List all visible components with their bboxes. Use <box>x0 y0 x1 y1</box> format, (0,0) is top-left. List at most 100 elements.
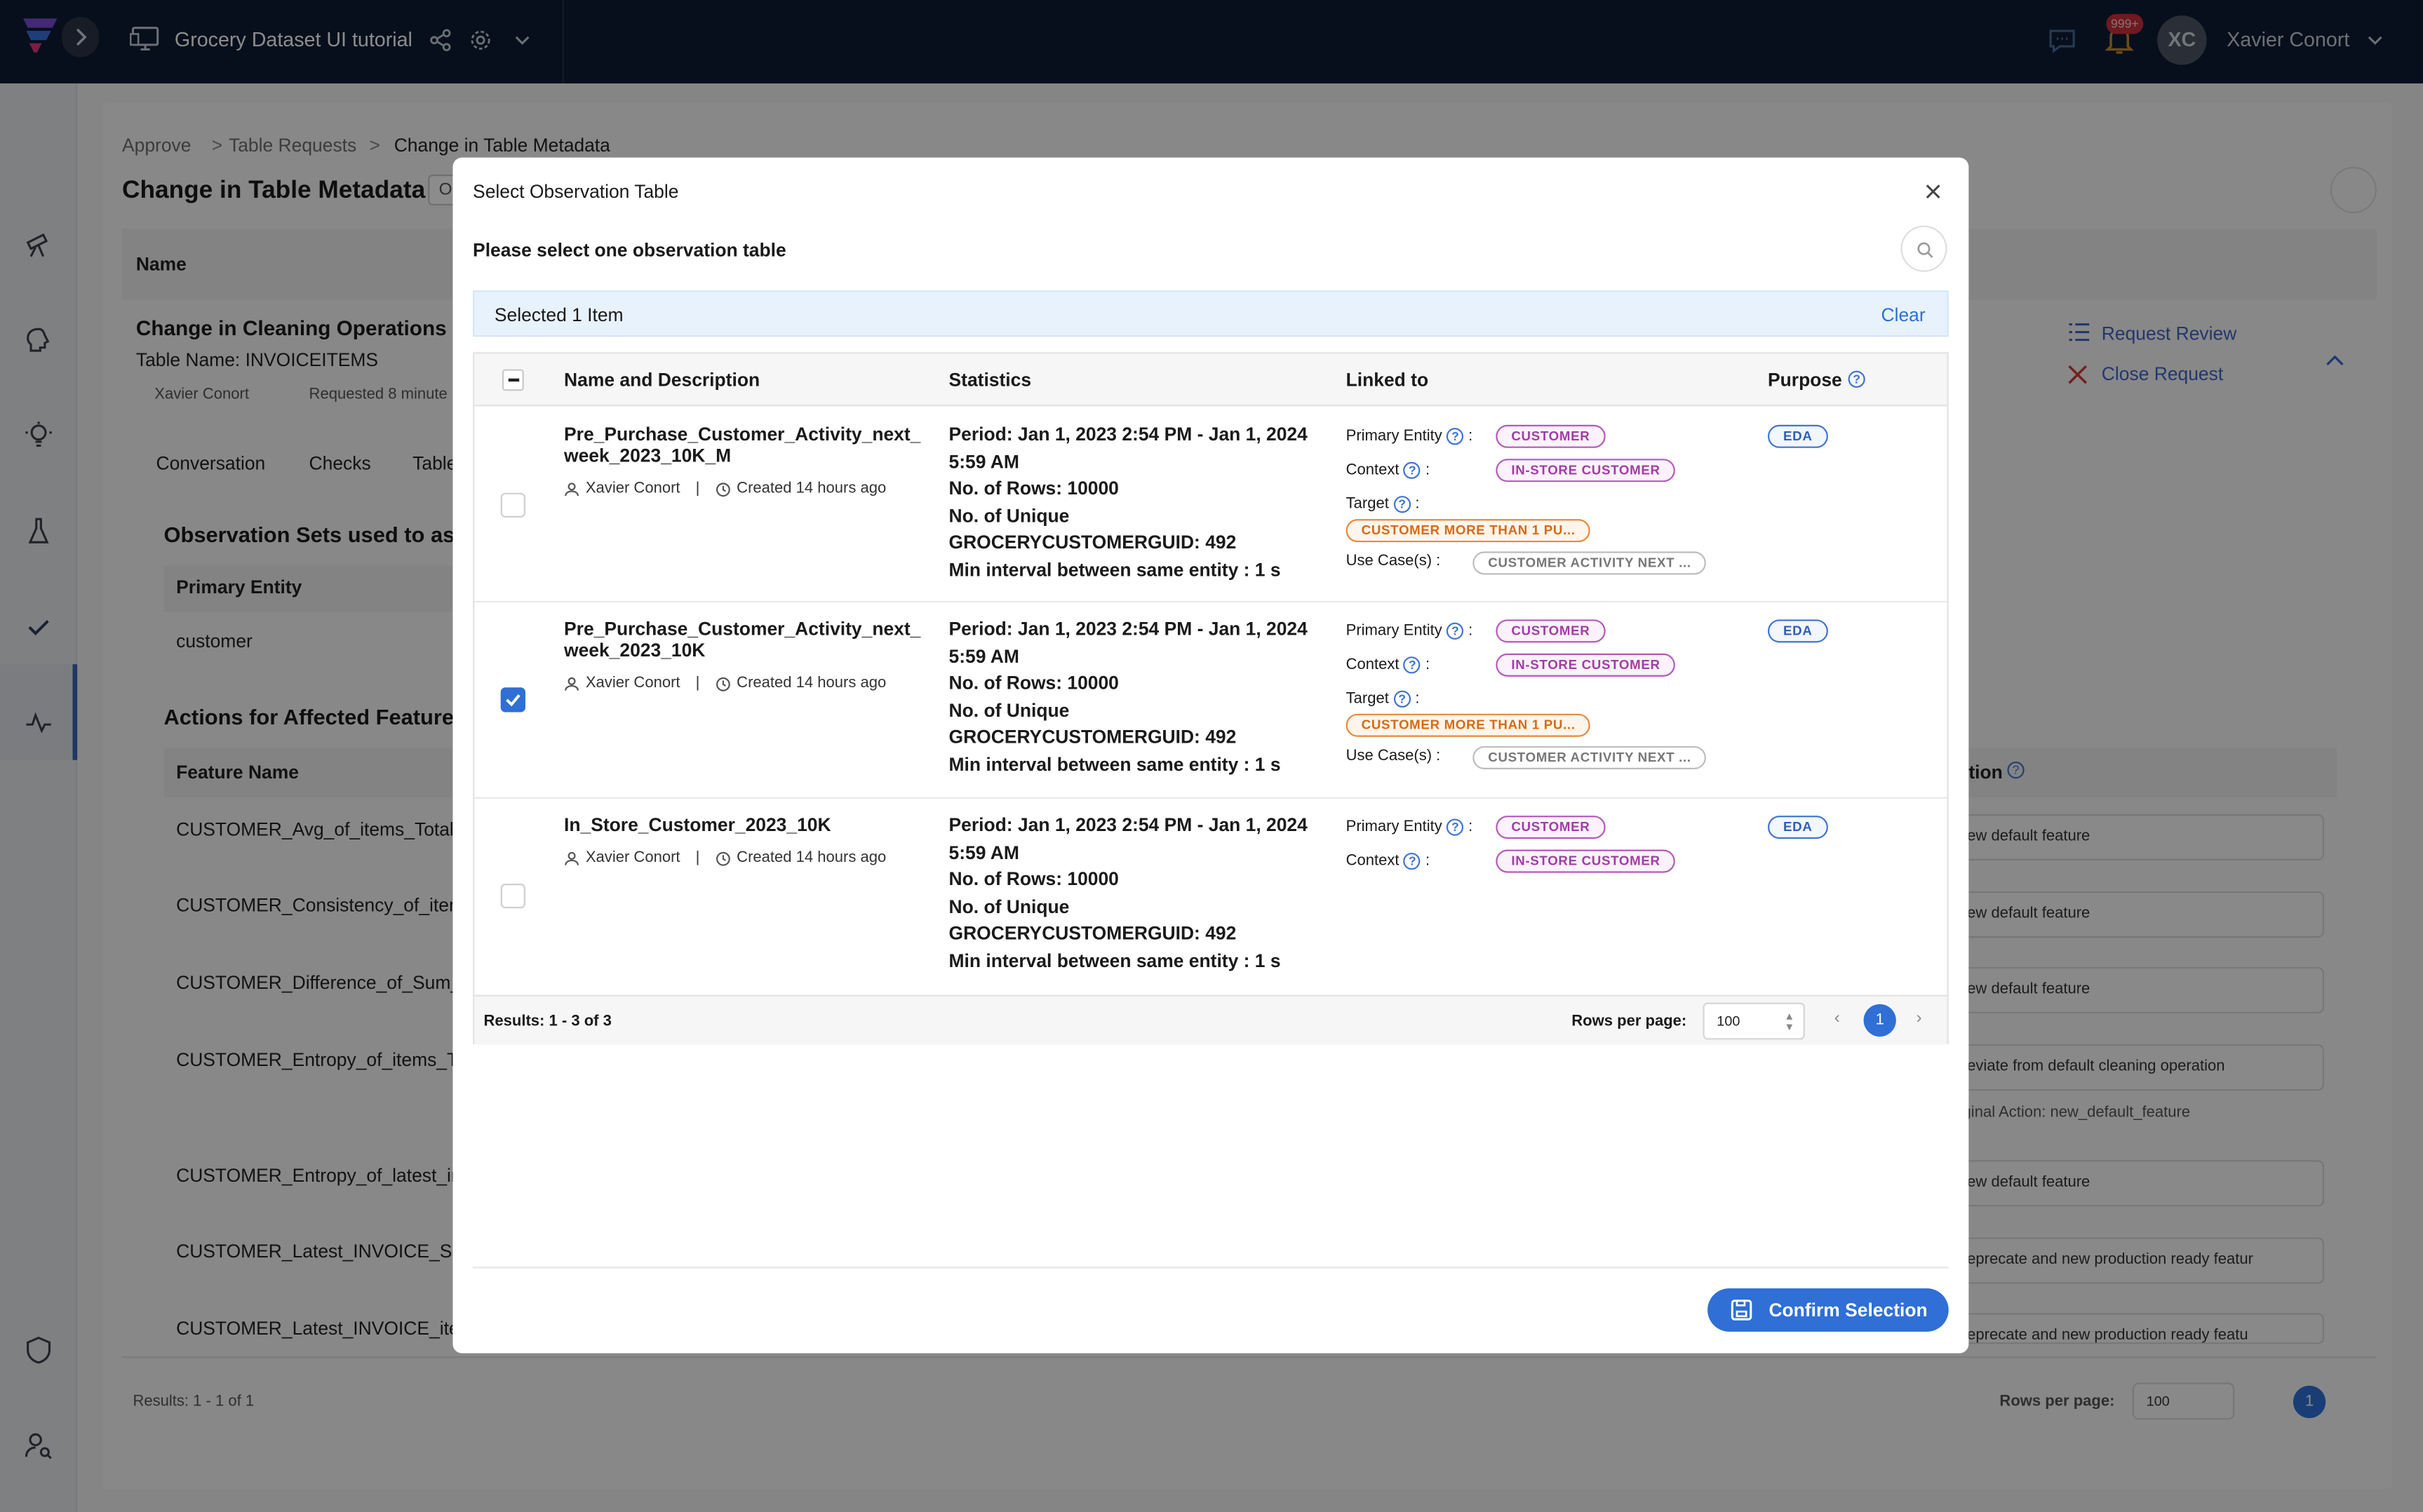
label-text: Primary Entity <box>1345 428 1442 445</box>
use-case-tag[interactable]: CUSTOMER ACTIVITY NEXT ... <box>1472 551 1707 575</box>
help-icon[interactable]: ? <box>1447 622 1464 640</box>
close-icon[interactable] <box>1924 182 1942 201</box>
check-icon <box>506 694 521 707</box>
row-created: Created 14 hours ago <box>737 849 887 867</box>
confirm-selection-label: Confirm Selection <box>1768 1299 1928 1321</box>
results-count: Results: 1 - 3 of 3 <box>483 1013 612 1031</box>
selected-count: Selected 1 Item <box>494 304 624 326</box>
context-tag[interactable]: IN-STORE CUSTOMER <box>1496 653 1676 677</box>
colon: : <box>1468 818 1473 836</box>
table-row[interactable]: In_Store_Customer_2023_10K Xavier Conort… <box>474 799 1947 995</box>
primary-entity-label: Primary Entity?: <box>1345 428 1473 445</box>
table-name: In_Store_Customer_2023_10K <box>564 814 831 836</box>
colon: : <box>1415 690 1420 708</box>
clock-icon <box>716 851 730 865</box>
help-icon[interactable]: ? <box>1393 690 1411 708</box>
label-text: Target <box>1345 496 1389 513</box>
colon: : <box>1425 461 1430 479</box>
confirm-selection-button[interactable]: Confirm Selection <box>1707 1288 1949 1332</box>
primary-entity-label: Primary Entity?: <box>1345 818 1473 836</box>
row-checkbox[interactable] <box>500 884 525 909</box>
colon: : <box>1425 656 1430 674</box>
purpose-tag: EDA <box>1768 619 1828 643</box>
help-icon[interactable]: ? <box>1447 428 1464 445</box>
row-created: Created 14 hours ago <box>737 675 887 692</box>
modal-footer-divider <box>473 1267 1949 1269</box>
purpose-help-icon[interactable]: ? <box>1848 370 1865 388</box>
stat-unique: No. of Unique GROCERYCUSTOMERGUID: 492 <box>948 896 1237 945</box>
modal-search-button[interactable] <box>1900 225 1947 272</box>
next-page-icon[interactable]: › <box>1916 1008 1921 1027</box>
label-text: Primary Entity <box>1345 818 1442 836</box>
row-meta: Xavier Conort | Created 14 hours ago <box>564 480 886 497</box>
use-case-label: Use Case(s) : <box>1345 553 1441 570</box>
row-checkbox[interactable] <box>500 492 525 518</box>
label-text: Primary Entity <box>1345 622 1442 640</box>
context-label: Context?: <box>1345 656 1430 674</box>
table-name: Pre_Purchase_Customer_Activity_next_week… <box>564 618 921 661</box>
select-all-checkbox[interactable] <box>502 369 524 391</box>
target-tag[interactable]: CUSTOMER MORE THAN 1 PU... <box>1345 519 1591 543</box>
row-statistics: Period: Jan 1, 2023 2:54 PM - Jan 1, 202… <box>949 421 1320 585</box>
label-text: Target <box>1345 690 1389 708</box>
help-icon[interactable]: ? <box>1404 656 1421 674</box>
target-label: Target?: <box>1345 496 1419 513</box>
column-header-name: Name and Description <box>564 369 760 391</box>
label-text: Context <box>1345 656 1400 674</box>
row-author: Xavier Conort <box>585 849 680 867</box>
clear-button[interactable]: Clear <box>1881 304 1925 326</box>
table-name: Pre_Purchase_Customer_Activity_next_week… <box>564 423 921 467</box>
help-icon[interactable]: ? <box>1393 496 1411 513</box>
entity-tag[interactable]: CUSTOMER <box>1496 816 1606 839</box>
label-text: Context <box>1345 852 1400 870</box>
row-checkbox[interactable] <box>500 687 525 713</box>
use-case-label: Use Case(s) : <box>1345 748 1441 765</box>
target-label: Target?: <box>1345 690 1420 708</box>
colon: : <box>1468 428 1473 445</box>
entity-tag[interactable]: CUSTOMER <box>1496 424 1606 448</box>
context-tag[interactable]: IN-STORE CUSTOMER <box>1496 459 1676 482</box>
user-icon <box>565 676 579 690</box>
help-icon[interactable]: ? <box>1447 818 1464 836</box>
stat-rows: No. of Rows: 10000 <box>948 868 1119 891</box>
select-observation-table-modal: Select Observation Table Please select o… <box>452 157 1969 1354</box>
row-statistics: Period: Jan 1, 2023 2:54 PM - Jan 1, 202… <box>949 813 1320 976</box>
table-row[interactable]: Pre_Purchase_Customer_Activity_next_week… <box>474 408 1947 603</box>
row-statistics: Period: Jan 1, 2023 2:54 PM - Jan 1, 202… <box>949 616 1320 780</box>
row-meta: Xavier Conort | Created 14 hours ago <box>564 675 886 692</box>
modal-title: Select Observation Table <box>473 180 679 203</box>
help-icon[interactable]: ? <box>1404 852 1421 870</box>
updown-icon: ▴ ▾ <box>1786 1008 1793 1034</box>
context-tag[interactable]: IN-STORE CUSTOMER <box>1496 849 1676 873</box>
primary-entity-label: Primary Entity?: <box>1345 622 1472 640</box>
rows-per-page-label: Rows per page: <box>1571 1013 1687 1031</box>
selection-bar: Selected 1 Item Clear <box>473 290 1949 337</box>
use-case-tag[interactable]: CUSTOMER ACTIVITY NEXT ... <box>1472 745 1707 769</box>
stat-period: Period: Jan 1, 2023 2:54 PM - Jan 1, 202… <box>948 618 1308 667</box>
rows-per-page-value: 100 <box>1717 1013 1740 1030</box>
table-row[interactable]: Pre_Purchase_Customer_Activity_next_week… <box>474 602 1947 799</box>
observation-table-list: Name and Description Statistics Linked t… <box>473 352 1949 1045</box>
modal-subtitle: Please select one observation table <box>473 239 786 262</box>
user-icon <box>565 482 579 496</box>
table-header: Name and Description Statistics Linked t… <box>474 353 1947 407</box>
stat-interval: Min interval between same entity : 1 s <box>948 753 1281 776</box>
stat-rows: No. of Rows: 10000 <box>948 478 1119 499</box>
stat-period: Period: Jan 1, 2023 2:54 PM - Jan 1, 202… <box>948 423 1308 473</box>
row-created: Created 14 hours ago <box>737 480 887 498</box>
row-author: Xavier Conort <box>585 675 680 692</box>
help-icon[interactable]: ? <box>1404 461 1421 479</box>
search-icon <box>1917 242 1933 258</box>
context-label: Context?: <box>1345 852 1430 870</box>
page-number-button[interactable]: 1 <box>1863 1004 1896 1037</box>
context-label: Context?: <box>1346 461 1430 479</box>
rows-per-page-select[interactable]: 100 ▴ ▾ <box>1703 1002 1805 1040</box>
row-author: Xavier Conort <box>585 480 680 498</box>
target-tag[interactable]: CUSTOMER MORE THAN 1 PU... <box>1345 713 1591 737</box>
stat-unique: No. of Unique GROCERYCUSTOMERGUID: 492 <box>948 504 1237 554</box>
stat-unique: No. of Unique GROCERYCUSTOMERGUID: 492 <box>948 699 1237 748</box>
entity-tag[interactable]: CUSTOMER <box>1496 619 1606 643</box>
row-meta: Xavier Conort | Created 14 hours ago <box>564 850 886 867</box>
clock-icon <box>716 482 730 497</box>
prev-page-icon[interactable]: ‹ <box>1834 1008 1840 1027</box>
